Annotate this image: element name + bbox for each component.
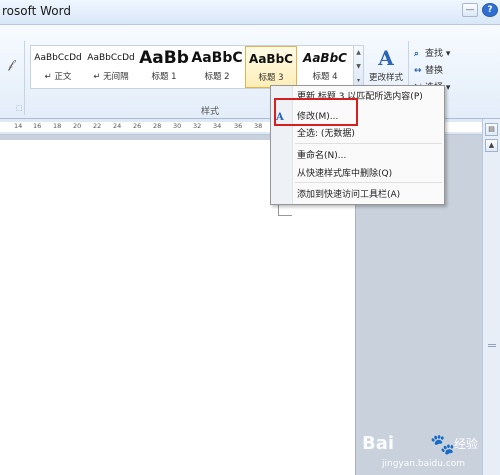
style-heading-2[interactable]: AaBbC 标题 2: [191, 46, 243, 88]
ruler-tick: 30: [173, 122, 182, 130]
ruler-tick: 34: [213, 122, 222, 130]
scroll-thumb-grip[interactable]: [488, 344, 496, 347]
change-styles-button[interactable]: A 更改样式: [366, 45, 406, 89]
dialog-launcher-icon[interactable]: ⬚: [16, 104, 23, 112]
group-separator: [24, 41, 25, 115]
style-name: ↵ 正文: [44, 72, 72, 82]
format-painter-icon[interactable]: 𝒻: [8, 57, 13, 72]
style-name: 标题 4: [312, 72, 338, 82]
style-no-spacing[interactable]: AaBbCcDd ↵ 无间隔: [85, 46, 137, 88]
ruler-tick: 18: [53, 122, 62, 130]
find-label: 查找: [425, 49, 444, 59]
style-sample: AaBbCcDd: [34, 53, 82, 63]
gallery-down-icon[interactable]: ▼: [354, 60, 363, 74]
style-sample: AaBbCcDd: [87, 53, 135, 63]
scroll-up-icon[interactable]: ▲: [485, 139, 498, 152]
paw-icon: 🐾: [430, 432, 455, 456]
window-title: rosoft Word: [2, 4, 71, 18]
replace-icon: ↔: [414, 66, 422, 76]
gallery-scroll: ▲ ▼ ▾: [354, 45, 364, 89]
ruler-tick: 24: [113, 122, 122, 130]
style-name: 标题 2: [204, 72, 230, 82]
ruler-tick: 32: [193, 122, 202, 130]
watermark-brand-suffix: 经验: [454, 437, 479, 451]
style-sample: AaBbC: [191, 50, 243, 66]
ruler-tick: 26: [133, 122, 142, 130]
style-name: ↵ 无间隔: [93, 72, 129, 82]
menu-separator: [295, 182, 442, 183]
styles-group-label: 样式: [201, 107, 220, 117]
menu-item-select-all[interactable]: 全选: (无数据): [297, 126, 355, 139]
menu-item-rename[interactable]: 重命名(N)...: [297, 148, 346, 161]
replace-label: 替换: [425, 66, 444, 76]
ruler-tick: 38: [254, 122, 263, 130]
style-heading-3[interactable]: AaBbC 标题 3: [245, 46, 297, 88]
help-icon[interactable]: ?: [482, 3, 498, 17]
style-normal[interactable]: AaBbCcDd ↵ 正文: [32, 46, 84, 88]
style-heading-1[interactable]: AaBb 标题 1: [138, 46, 190, 88]
style-sample: AaBbC: [249, 52, 293, 66]
ruler-tick: 22: [93, 122, 102, 130]
title-bar: rosoft Word — ?: [0, 0, 500, 25]
ruler-tick: 36: [234, 122, 243, 130]
style-name: 标题 1: [151, 72, 177, 82]
vertical-scrollbar[interactable]: ▤ ▲: [482, 119, 500, 475]
change-styles-label: 更改样式: [368, 73, 403, 83]
find-button[interactable]: ⌕ 查找 ▾: [414, 46, 450, 59]
style-heading-4[interactable]: AaBbC 标题 4: [299, 46, 351, 88]
gallery-up-icon[interactable]: ▲: [354, 46, 363, 60]
menu-separator: [295, 143, 442, 144]
style-sample: AaBbC: [303, 51, 347, 65]
menu-item-remove-from-gallery[interactable]: 从快速样式库中删除(Q): [297, 166, 392, 179]
watermark-url: jingyan.baidu.com: [382, 459, 466, 469]
menu-item-add-to-quick-access[interactable]: 添加到快速访问工具栏(A): [297, 187, 400, 200]
style-sample: AaBb: [139, 48, 189, 68]
baidu-watermark: Bai 🐾 经验 jingyan.baidu.com: [362, 428, 498, 472]
replace-button[interactable]: ↔ 替换: [414, 63, 443, 76]
watermark-brand: Bai: [362, 433, 395, 454]
highlight-annotation: [274, 98, 358, 126]
ruler-tick: 16: [33, 122, 42, 130]
ruler-toggle-icon[interactable]: ▤: [485, 123, 498, 136]
ruler-tick: 14: [14, 122, 23, 130]
minimize-button[interactable]: —: [462, 3, 478, 17]
ruler-tick: 20: [73, 122, 82, 130]
find-icon: ⌕: [414, 49, 420, 59]
ruler-tick: 28: [153, 122, 162, 130]
style-name: 标题 3: [258, 73, 284, 83]
change-styles-icon: A: [378, 46, 394, 70]
